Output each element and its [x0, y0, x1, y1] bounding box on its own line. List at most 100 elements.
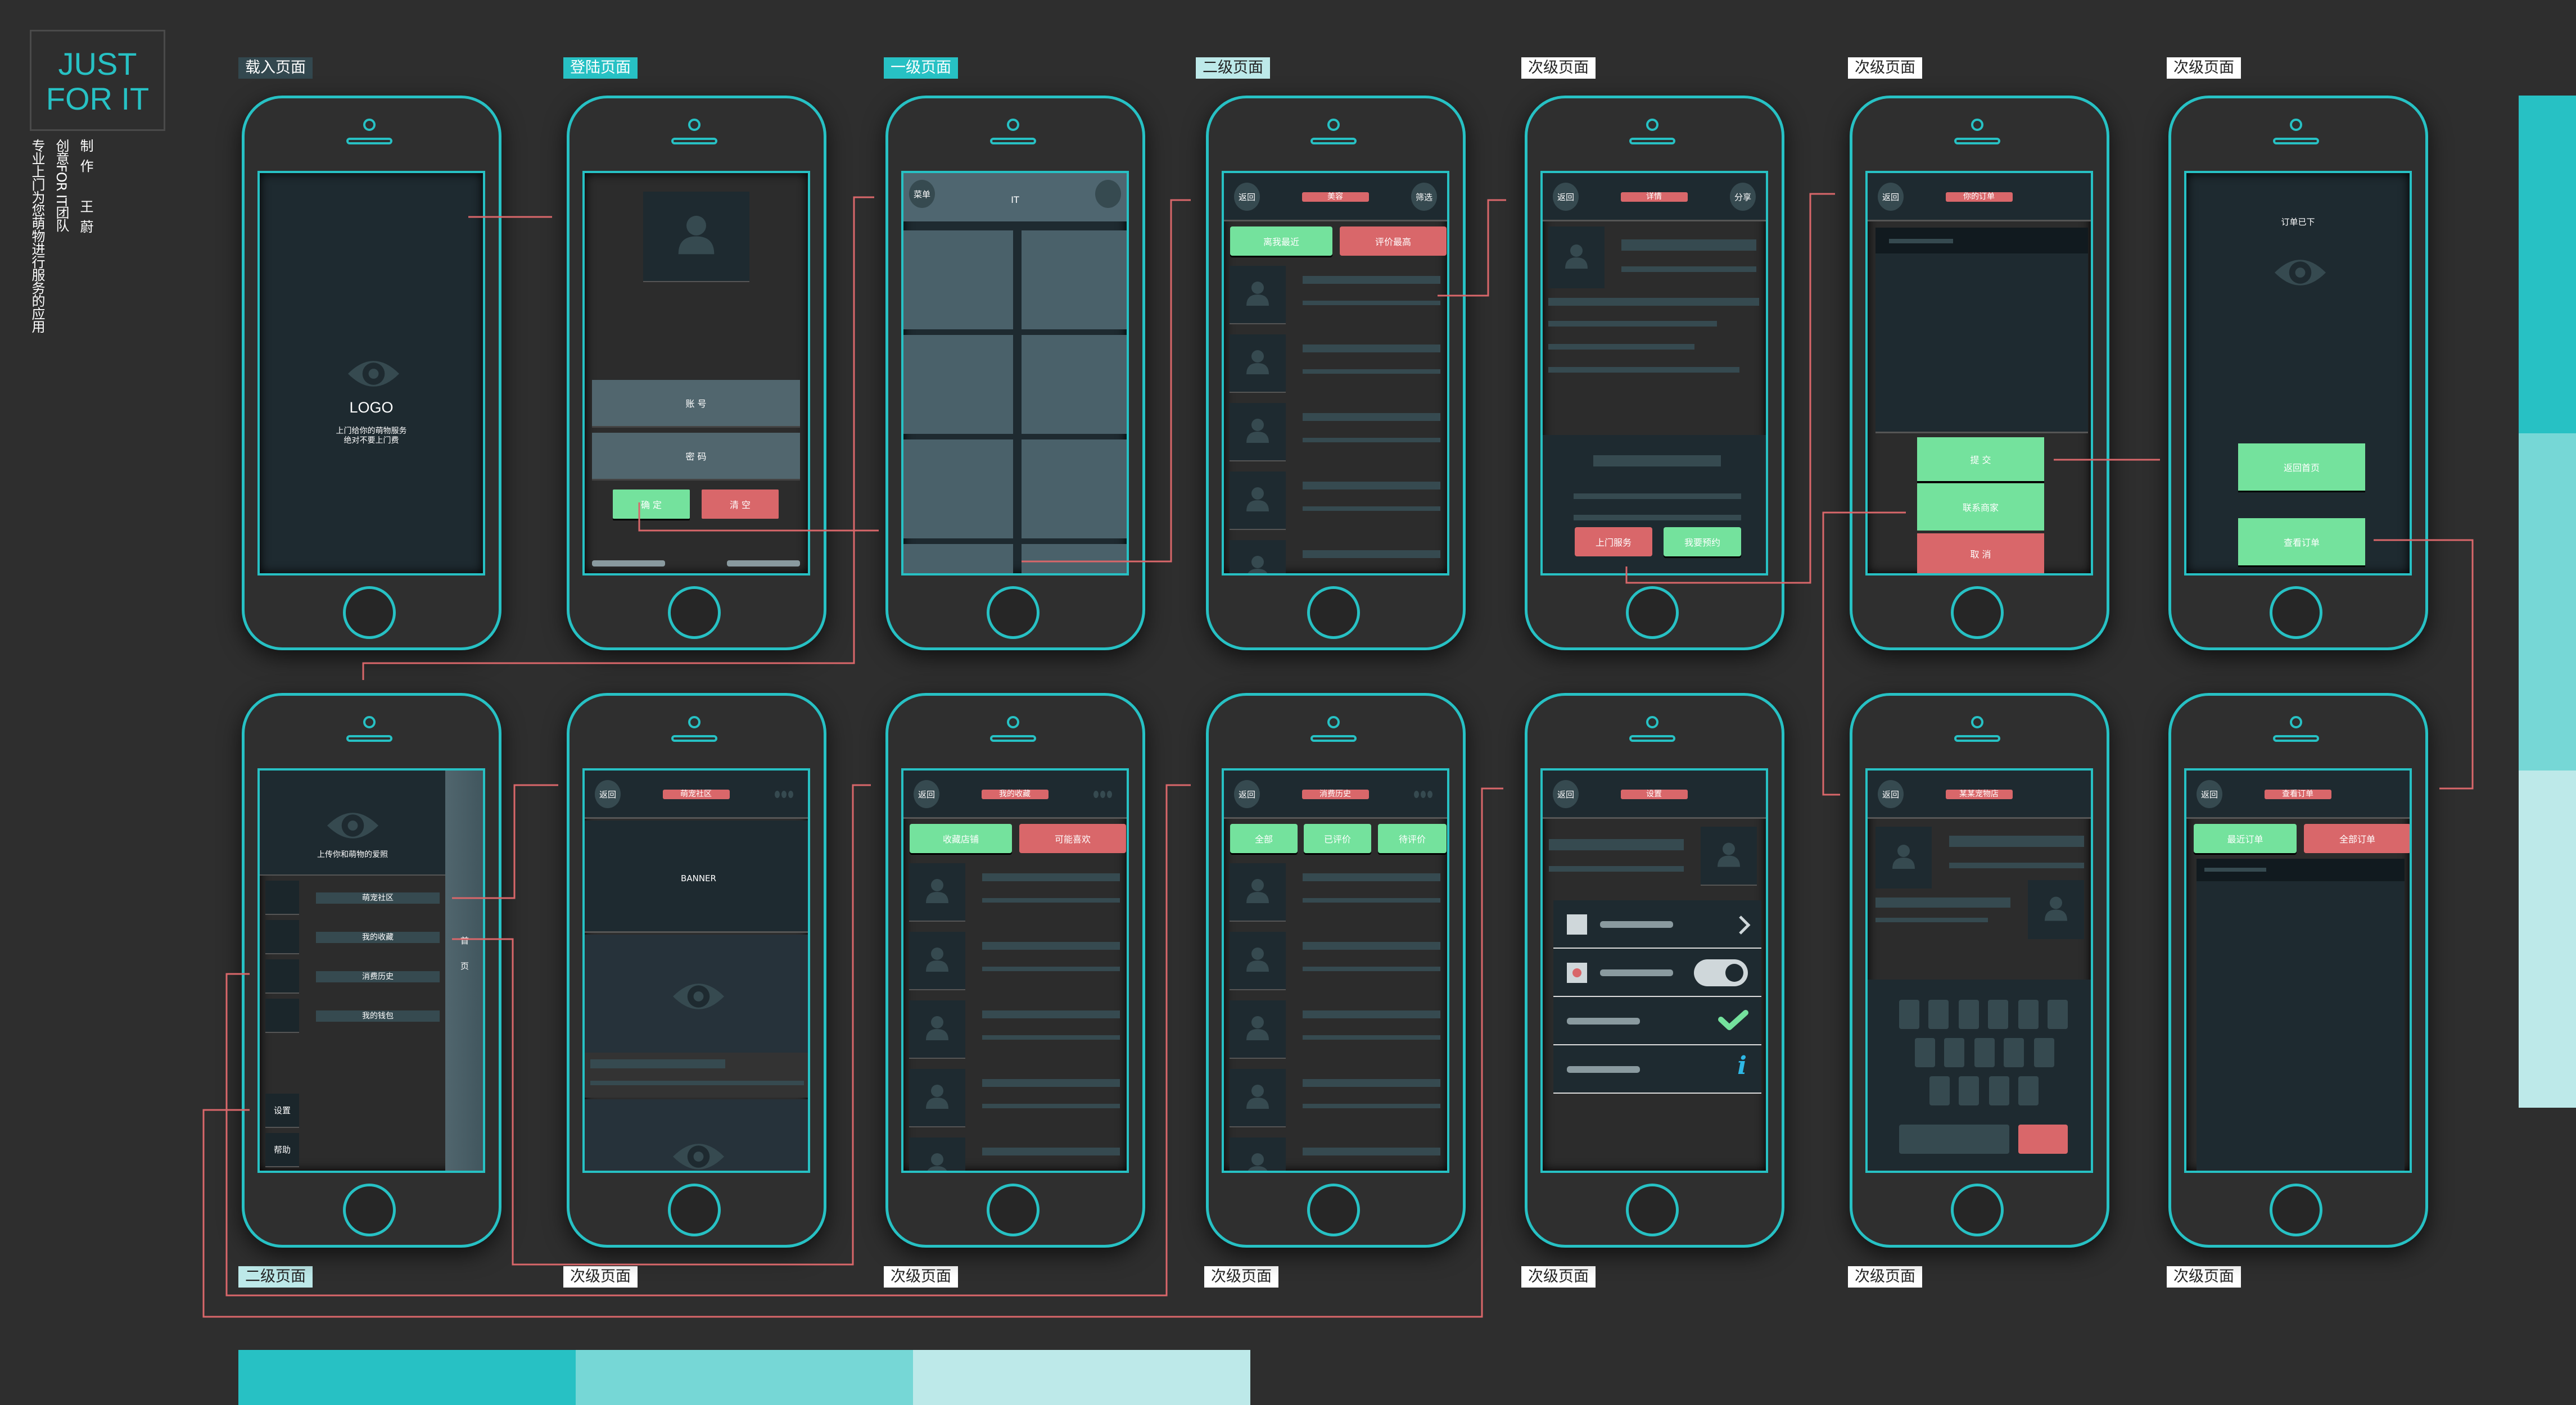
tab-to-review[interactable]: 待评价 — [1378, 824, 1447, 853]
list-item[interactable] — [1224, 472, 1447, 533]
account-input[interactable]: 账 号 — [592, 380, 800, 428]
keyboard-key[interactable] — [1988, 1000, 2008, 1029]
back-home-button[interactable]: 返回首页 — [2238, 443, 2365, 491]
password-input[interactable]: 密 码 — [592, 433, 800, 481]
list-item[interactable] — [903, 1137, 1127, 1171]
settings-row[interactable] — [1553, 949, 1761, 997]
confirm-button[interactable]: 确 定 — [613, 490, 690, 519]
keyboard-key[interactable] — [2018, 1000, 2039, 1029]
back-button[interactable]: 返回 — [1234, 183, 1260, 211]
home-button[interactable] — [1307, 586, 1360, 639]
more-icon[interactable] — [1093, 791, 1112, 798]
home-button[interactable] — [1951, 1184, 2004, 1236]
home-button[interactable] — [1307, 1184, 1360, 1236]
home-button[interactable] — [987, 1184, 1040, 1236]
back-button[interactable]: 返回 — [914, 780, 939, 808]
keyboard-key[interactable] — [1929, 1076, 1950, 1105]
home-button[interactable] — [2270, 586, 2322, 639]
list-item[interactable] — [1224, 863, 1447, 925]
list-item[interactable] — [1224, 540, 1447, 573]
link-bar-left[interactable] — [592, 560, 665, 566]
list-item[interactable] — [903, 863, 1127, 925]
home-button[interactable] — [668, 1184, 721, 1236]
keyboard-key[interactable] — [2048, 1000, 2068, 1029]
tab-top-rated[interactable]: 评价最高 — [1340, 226, 1447, 256]
submit-button[interactable]: 提 交 — [1917, 437, 2044, 481]
share-button[interactable]: 分享 — [1730, 183, 1756, 211]
post-card[interactable] — [585, 1099, 808, 1171]
avatar[interactable] — [1701, 827, 1757, 886]
more-icon[interactable] — [775, 791, 793, 798]
profile-button[interactable] — [1095, 180, 1121, 208]
tab-all-orders[interactable]: 全部订单 — [2304, 824, 2410, 853]
space-key[interactable] — [1899, 1125, 2009, 1154]
keyboard-key[interactable] — [1989, 1076, 2009, 1105]
back-button[interactable]: 返回 — [1878, 780, 1904, 808]
back-button[interactable]: 返回 — [1234, 780, 1260, 808]
category-tile[interactable] — [1022, 544, 1127, 573]
list-item[interactable] — [1224, 334, 1447, 396]
post-card[interactable] — [585, 935, 808, 1053]
keyboard-key[interactable] — [2034, 1038, 2054, 1067]
home-button[interactable] — [987, 586, 1040, 639]
drawer-item-favorites[interactable]: 我的收藏 — [316, 932, 440, 943]
clear-button[interactable]: 清 空 — [702, 490, 779, 519]
drawer-item-history[interactable]: 消费历史 — [316, 971, 440, 982]
category-tile[interactable] — [903, 439, 1013, 538]
home-button[interactable] — [1626, 1184, 1679, 1236]
back-button[interactable]: 返回 — [1878, 183, 1904, 211]
home-button[interactable] — [1951, 586, 2004, 639]
category-tile[interactable] — [1022, 335, 1127, 434]
tab-may-like[interactable]: 可能喜欢 — [1019, 824, 1126, 853]
settings-row[interactable]: i — [1553, 1045, 1761, 1094]
settings-button[interactable]: 设置 — [265, 1094, 299, 1128]
list-item[interactable] — [1224, 1069, 1447, 1131]
tab-favorite-shops[interactable]: 收藏店铺 — [910, 824, 1012, 853]
category-tile[interactable] — [903, 335, 1013, 434]
category-tile[interactable] — [903, 544, 1013, 573]
category-tile[interactable] — [1022, 439, 1127, 538]
link-bar-right[interactable] — [727, 560, 800, 566]
category-tile[interactable] — [1022, 230, 1127, 329]
cancel-button[interactable]: 取 消 — [1917, 533, 2044, 573]
home-button[interactable] — [2270, 1184, 2322, 1236]
keyboard-key[interactable] — [1899, 1000, 1919, 1029]
list-item[interactable] — [903, 1069, 1127, 1131]
home-tab[interactable]: 首页 — [445, 771, 483, 1171]
keyboard-key[interactable] — [1944, 1038, 1964, 1067]
back-button[interactable]: 返回 — [2197, 780, 2222, 808]
home-service-button[interactable]: 上门服务 — [1575, 527, 1652, 556]
keyboard-key[interactable] — [2004, 1038, 2024, 1067]
filter-button[interactable]: 筛选 — [1411, 183, 1437, 211]
keyboard-key[interactable] — [1959, 1076, 1979, 1105]
tab-reviewed[interactable]: 已评价 — [1304, 824, 1371, 853]
book-button[interactable]: 我要预约 — [1664, 527, 1741, 556]
back-button[interactable]: 返回 — [1553, 183, 1579, 211]
keyboard-key[interactable] — [2018, 1076, 2039, 1105]
home-button[interactable] — [343, 586, 396, 639]
contact-merchant-button[interactable]: 联系商家 — [1917, 483, 2044, 531]
list-item[interactable] — [903, 1000, 1127, 1062]
home-button[interactable] — [1626, 586, 1679, 639]
tab-recent-orders[interactable]: 最近订单 — [2194, 824, 2297, 853]
more-icon[interactable] — [1414, 791, 1432, 798]
list-item[interactable] — [903, 932, 1127, 994]
settings-row[interactable] — [1553, 900, 1761, 949]
toggle-switch[interactable] — [1694, 959, 1748, 986]
banner[interactable]: BANNER — [585, 821, 808, 933]
tab-nearest[interactable]: 离我最近 — [1230, 226, 1332, 256]
back-button[interactable]: 返回 — [595, 780, 621, 808]
back-button[interactable]: 返回 — [1553, 780, 1579, 808]
tab-all[interactable]: 全部 — [1230, 824, 1298, 853]
info-icon[interactable]: i — [1737, 1052, 1747, 1080]
view-orders-button[interactable]: 查看订单 — [2238, 518, 2365, 565]
help-button[interactable]: 帮助 — [265, 1133, 299, 1167]
keyboard-key[interactable] — [1928, 1000, 1949, 1029]
keyboard-key[interactable] — [1974, 1038, 1995, 1067]
category-tile[interactable] — [903, 230, 1013, 329]
drawer-item-wallet[interactable]: 我的钱包 — [316, 1010, 440, 1022]
keyboard-key[interactable] — [1959, 1000, 1979, 1029]
home-button[interactable] — [668, 586, 721, 639]
drawer-item-community[interactable]: 萌宠社区 — [316, 892, 440, 904]
list-item[interactable] — [1224, 403, 1447, 465]
